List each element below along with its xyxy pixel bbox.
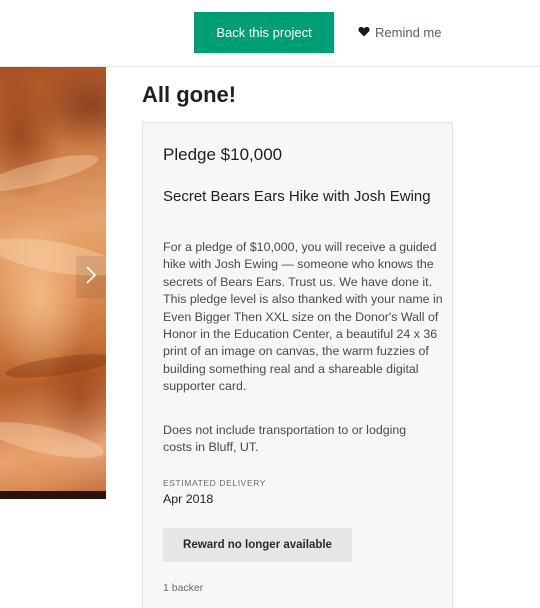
- top-bar: Back this project Remind me: [0, 0, 540, 67]
- backer-count: 1 backer: [163, 582, 204, 594]
- reward-title: Secret Bears Ears Hike with Josh Ewing: [163, 188, 431, 205]
- reward-note: Does not include transportation to or lo…: [163, 423, 407, 455]
- project-photo: [0, 67, 106, 499]
- reward-card: Pledge $10,000 Secret Bears Ears Hike wi…: [142, 122, 453, 608]
- reward-unavailable-label: Reward no longer available: [183, 539, 332, 551]
- gallery-next-button[interactable]: [76, 256, 106, 298]
- all-gone-heading: All gone!: [142, 82, 237, 107]
- back-this-project-button[interactable]: Back this project: [194, 12, 334, 53]
- heart-icon: [358, 25, 370, 40]
- reward-description: For a pledge of $10,000, you will receiv…: [163, 240, 443, 394]
- reward-unavailable-button: Reward no longer available: [163, 528, 352, 562]
- remind-me-link[interactable]: Remind me: [358, 22, 441, 42]
- estimated-delivery-value: Apr 2018: [163, 492, 214, 506]
- estimated-delivery-label: ESTIMATED DELIVERY: [163, 478, 267, 488]
- pledge-amount: Pledge $10,000: [163, 145, 283, 164]
- back-this-project-label: Back this project: [216, 25, 312, 40]
- remind-me-label: Remind me: [375, 24, 442, 40]
- chevron-right-icon: [85, 265, 97, 290]
